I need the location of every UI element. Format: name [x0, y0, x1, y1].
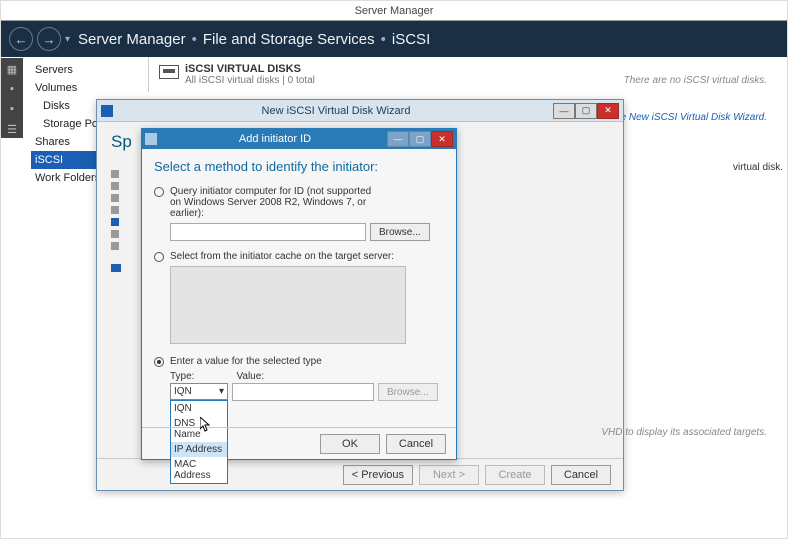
- previous-button[interactable]: < Previous: [343, 465, 413, 485]
- wizard-step-dot[interactable]: [111, 194, 119, 202]
- content-area: iSCSI VIRTUAL DISKS All iSCSI virtual di…: [148, 57, 787, 92]
- dashboard-icon[interactable]: ▦: [5, 62, 19, 76]
- wizard-step-dot[interactable]: [111, 230, 119, 238]
- server-icon[interactable]: ▪: [5, 82, 19, 96]
- add-initiator-id-dialog: Add initiator ID — ▢ ✕ Select a method t…: [141, 128, 457, 460]
- sidebar-item-volumes[interactable]: Volumes: [31, 79, 141, 97]
- wizard-title: New iSCSI Virtual Disk Wizard: [119, 105, 553, 117]
- cancel-button[interactable]: Cancel: [386, 434, 446, 454]
- dialog-titlebar[interactable]: Add initiator ID — ▢ ✕: [142, 129, 456, 149]
- servers-all-icon[interactable]: ▪: [5, 102, 19, 116]
- create-button: Create: [485, 465, 545, 485]
- query-computer-input[interactable]: [170, 223, 366, 241]
- header-bar: ← → ▾ Server Manager • File and Storage …: [1, 21, 787, 57]
- option-enter-value[interactable]: Enter a value for the selected type: [154, 356, 444, 367]
- dialog-footer: OK Cancel: [142, 427, 456, 459]
- breadcrumb-sep-icon: •: [381, 31, 386, 48]
- breadcrumb-section[interactable]: File and Storage Services: [203, 31, 375, 48]
- wizard-step-list: [111, 170, 121, 272]
- sidebar-item-servers[interactable]: Servers: [31, 61, 141, 79]
- minimize-button[interactable]: —: [387, 131, 409, 147]
- wizard-step-dot[interactable]: [111, 170, 119, 178]
- cancel-button[interactable]: Cancel: [551, 465, 611, 485]
- close-button[interactable]: ✕: [431, 131, 453, 147]
- storage-icon[interactable]: ☰: [5, 122, 19, 136]
- radio-icon[interactable]: [154, 252, 164, 262]
- initiator-cache-listbox[interactable]: [170, 266, 406, 344]
- option-query-computer[interactable]: Query initiator computer for ID (not sup…: [154, 186, 444, 219]
- maximize-button[interactable]: ▢: [409, 131, 431, 147]
- content-title: iSCSI VIRTUAL DISKS: [185, 63, 315, 75]
- app-title: Server Manager: [355, 5, 434, 17]
- wizard-titlebar[interactable]: New iSCSI Virtual Disk Wizard — ▢ ✕: [97, 100, 623, 122]
- wizard-step-dot-active[interactable]: [111, 218, 119, 226]
- option-cache-label: Select from the initiator cache on the t…: [170, 251, 394, 262]
- radio-selected-icon[interactable]: [154, 357, 164, 367]
- app-titlebar: Server Manager: [1, 1, 787, 21]
- type-label: Type:: [170, 371, 194, 382]
- maximize-button[interactable]: ▢: [575, 103, 597, 119]
- type-selected-text: IQN: [174, 386, 192, 397]
- disk-icon: [159, 65, 179, 79]
- chevron-down-icon: ▾: [219, 386, 224, 397]
- value-input[interactable]: [232, 383, 374, 401]
- breadcrumb-sep-icon: •: [192, 31, 197, 48]
- dialog-app-icon: [145, 133, 157, 145]
- targets-hint: VHD to display its associated targets.: [601, 427, 767, 438]
- radio-icon[interactable]: [154, 187, 164, 197]
- left-icon-strip: ▦ ▪ ▪ ☰: [1, 58, 23, 138]
- virtual-disk-note: virtual disk.: [733, 162, 783, 173]
- new-iscsi-disk-wizard-window: New iSCSI Virtual Disk Wizard — ▢ ✕ Sp v…: [96, 99, 624, 491]
- browse-computer-button[interactable]: Browse...: [370, 223, 430, 241]
- wizard-step-dot[interactable]: [111, 182, 119, 190]
- forward-button[interactable]: →: [37, 27, 61, 51]
- dialog-heading: Select a method to identify the initiato…: [154, 159, 444, 174]
- type-option-iqn[interactable]: IQN: [171, 401, 227, 416]
- type-option-mac-address[interactable]: MAC Address: [171, 457, 227, 483]
- dialog-title: Add initiator ID: [163, 133, 387, 145]
- close-button[interactable]: ✕: [597, 103, 619, 119]
- option-value-label: Enter a value for the selected type: [170, 356, 322, 367]
- wizard-step-dot[interactable]: [111, 206, 119, 214]
- minimize-button[interactable]: —: [553, 103, 575, 119]
- browse-value-button: Browse...: [378, 383, 438, 401]
- ok-button[interactable]: OK: [320, 434, 380, 454]
- breadcrumb-root[interactable]: Server Manager: [78, 31, 186, 48]
- breadcrumb-leaf[interactable]: iSCSI: [392, 31, 430, 48]
- wizard-app-icon: [101, 105, 113, 117]
- back-button[interactable]: ←: [9, 27, 33, 51]
- wizard-step-dot[interactable]: [111, 242, 119, 250]
- content-subtitle: All iSCSI virtual disks | 0 total: [185, 75, 315, 86]
- type-select[interactable]: IQN ▾: [170, 383, 228, 400]
- no-disks-hint: There are no iSCSI virtual disks.: [624, 75, 767, 86]
- value-label: Value:: [236, 371, 264, 382]
- wizard-step-row-active[interactable]: [111, 264, 121, 272]
- next-button[interactable]: Next >: [419, 465, 479, 485]
- option-query-label: Query initiator computer for ID (not sup…: [170, 186, 380, 219]
- nav-dropdown-icon[interactable]: ▾: [65, 34, 70, 45]
- option-initiator-cache[interactable]: Select from the initiator cache on the t…: [154, 251, 444, 262]
